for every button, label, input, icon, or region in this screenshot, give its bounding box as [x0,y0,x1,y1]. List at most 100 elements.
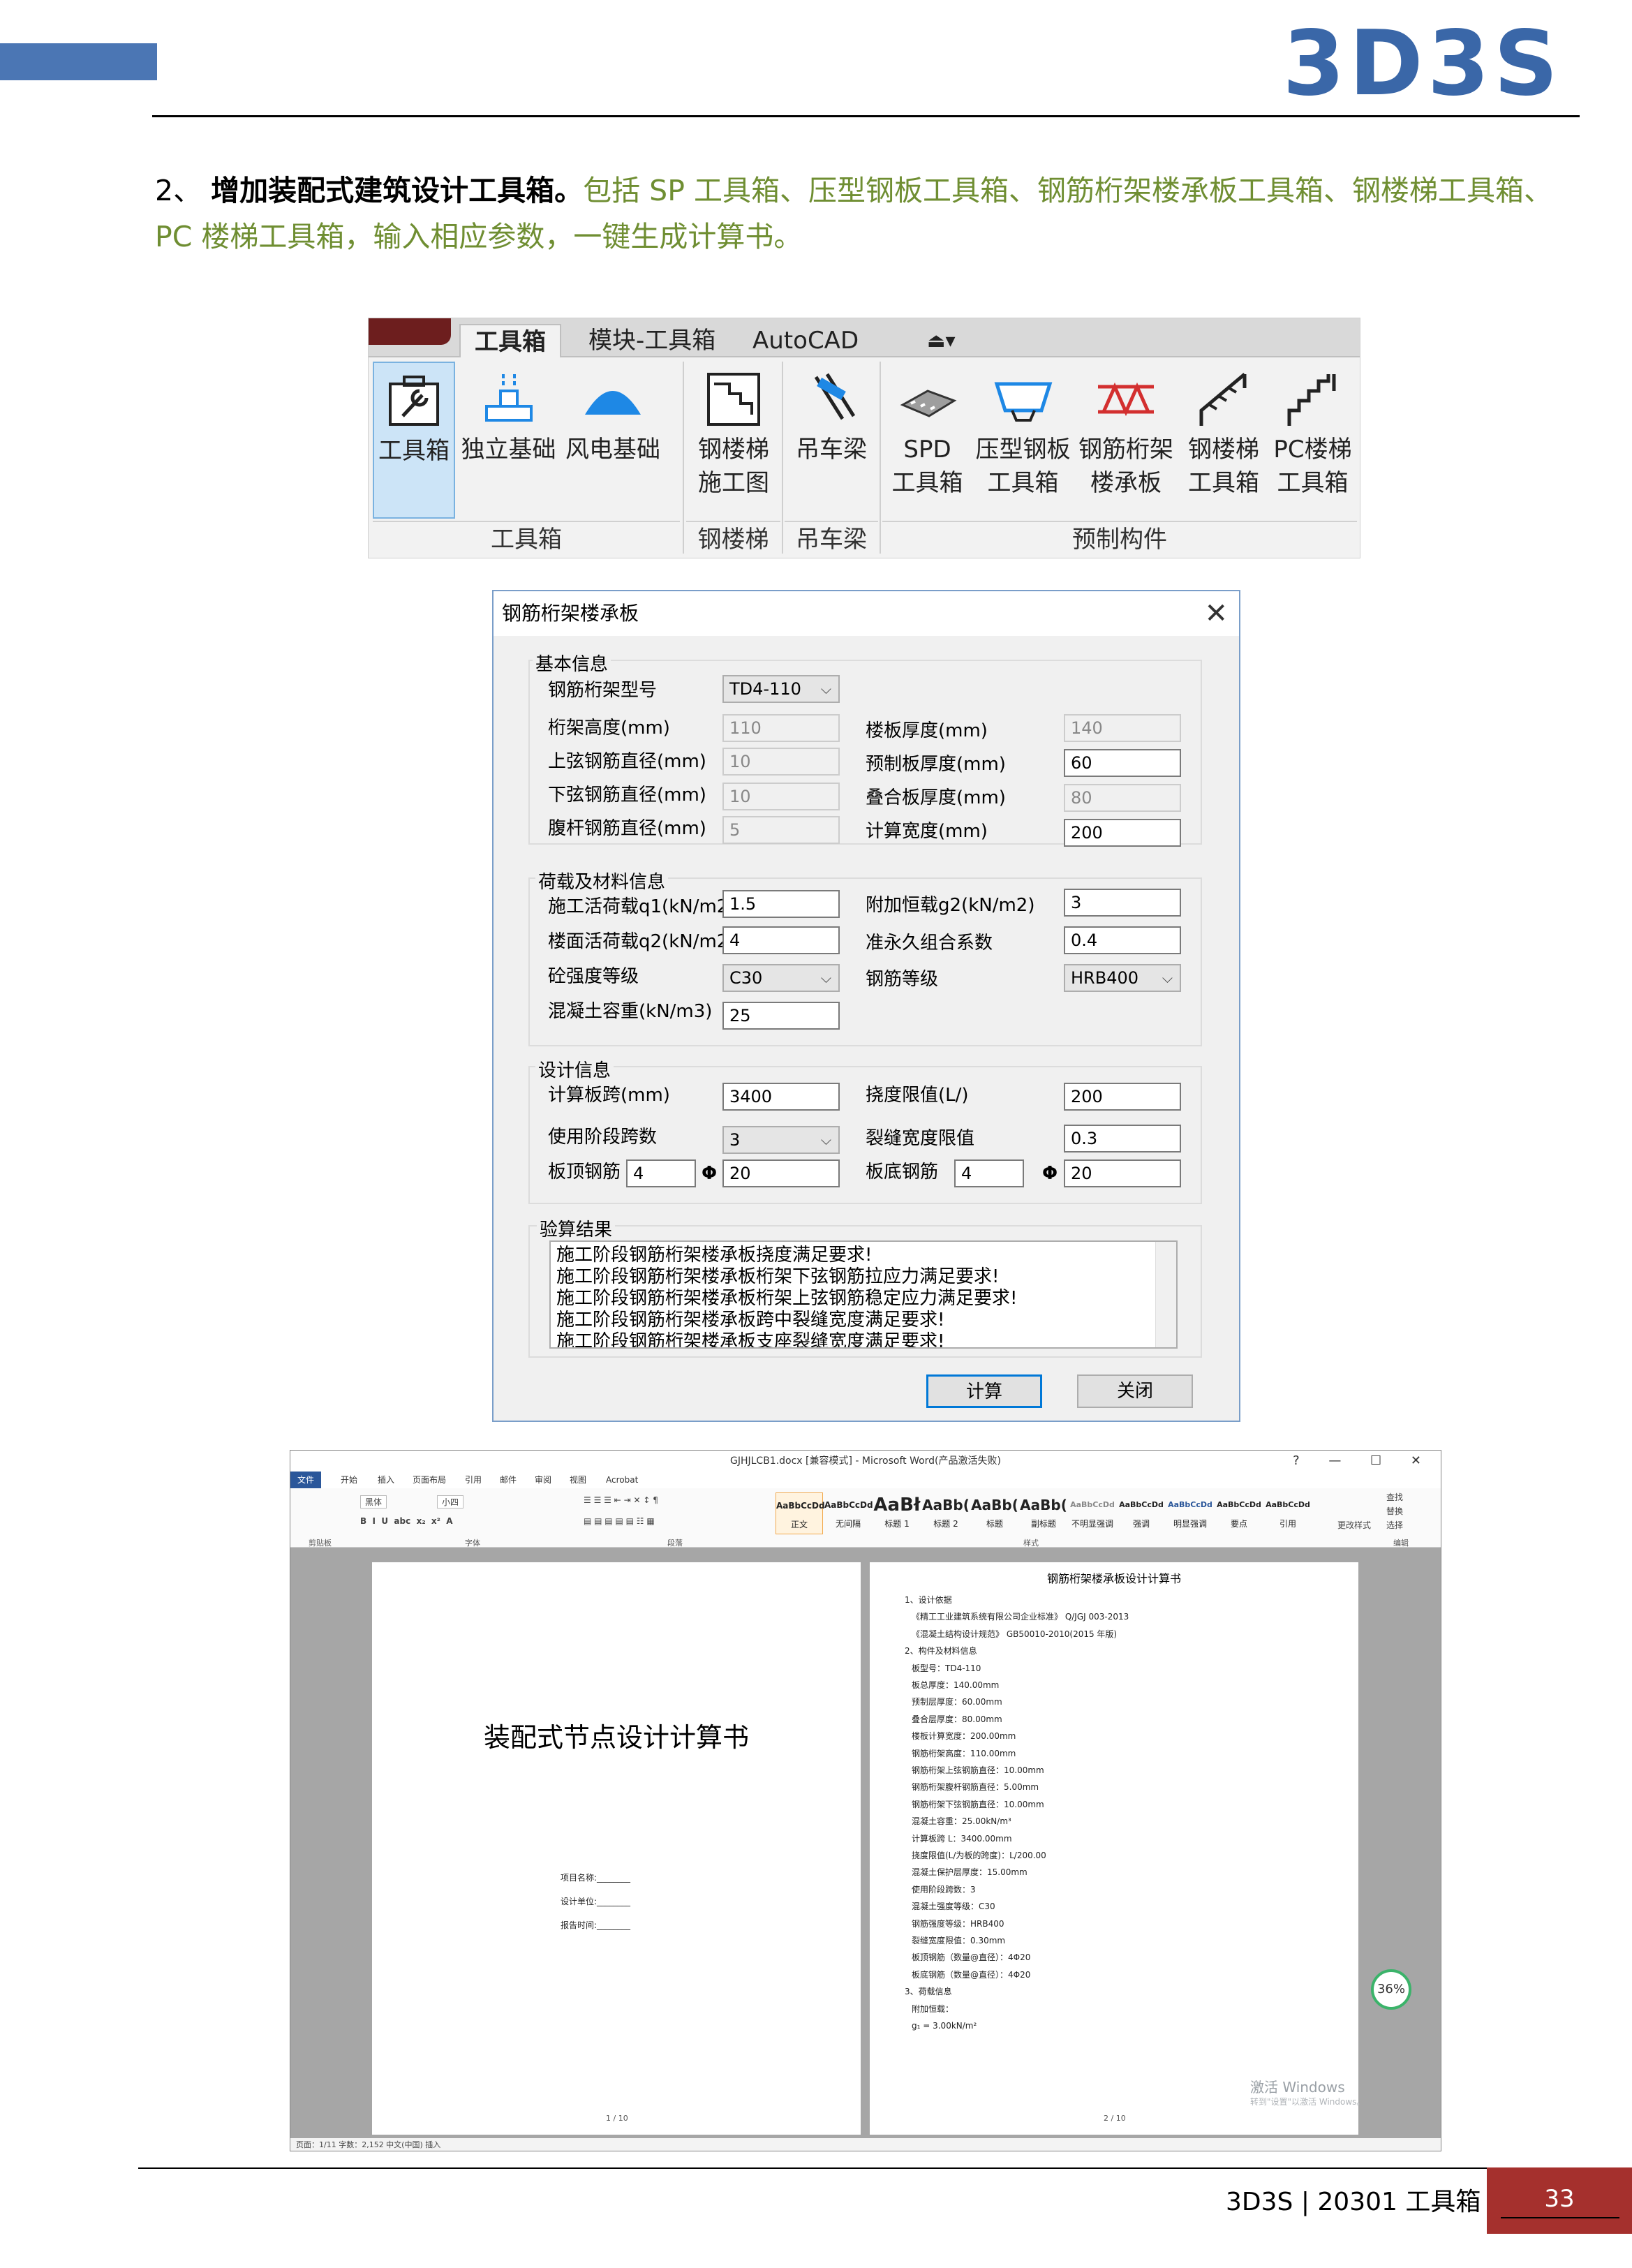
q2-input[interactable]: 4 [722,926,840,954]
style-sample: AaBł [873,1495,921,1515]
replace-button[interactable]: 替换 [1386,1505,1403,1517]
style-heading-2[interactable]: AaBb(标题 2 [922,1492,970,1534]
steel-stair-drawing-button[interactable]: 钢楼梯 施工图 [688,362,779,519]
word-title-bar: GJHJLCB1.docx [兼容模式] - Microsoft Word(产品… [290,1451,1441,1472]
paragraph-buttons[interactable]: ☰ ☰ ☰ ⇤ ⇥ ✕ ↕ ¶ [584,1495,658,1505]
style-intense-emphasis[interactable]: AaBbCcDd 明显强调 [1166,1492,1214,1534]
spd-toolbox-button[interactable]: SPD 工具箱 [884,362,971,519]
stages-select[interactable]: 3 ⌵ [722,1126,840,1154]
bottom-rebar-diameter-input[interactable]: 20 [1064,1159,1181,1187]
style-name: 标题 2 [933,1519,958,1529]
report-line: 预制层厚度：60.00mm [912,1697,1002,1707]
font-name-box[interactable]: 黑体 [360,1495,387,1509]
app-menu-button[interactable] [369,318,451,345]
q1-input[interactable]: 1.5 [722,890,840,918]
crack-label: 裂缝宽度限值 [866,1128,975,1149]
style-title[interactable]: AaBb(标题 [971,1492,1018,1534]
zoom-badge[interactable]: 36% [1371,1969,1411,2010]
tab-insert[interactable]: 插入 [378,1473,394,1487]
find-button[interactable]: 查找 [1386,1491,1403,1503]
profiled-steel-deck-button[interactable]: 压型钢板 工具箱 [972,362,1074,519]
tab-references[interactable]: 引用 [465,1473,482,1487]
report-line: g₁ = 3.00kN/m² [912,2021,977,2031]
report-line: 板底钢筋（数量@直径）：4Φ20 [912,1969,1031,1980]
window-controls[interactable]: ? — ☐ ✕ [1293,1451,1434,1472]
style-emphasis[interactable]: AaBbCcDd 强调 [1118,1492,1165,1534]
report-line: 《混凝土结构设计规范》 GB50010-2010(2015 年版) [912,1629,1118,1639]
rebar-grade-select[interactable]: HRB400 ⌵ [1064,964,1181,992]
crack-input[interactable]: 0.3 [1064,1125,1181,1152]
style-sample: AaBbCcDd [1217,1500,1261,1509]
footer-rule [138,2167,1487,2169]
precast-thick-input[interactable]: 60 [1064,749,1181,777]
quasi-input[interactable]: 0.4 [1064,926,1181,954]
style-name: 引用 [1279,1519,1296,1529]
steel-stair-toolbox-button[interactable]: 钢楼梯 工具箱 [1178,362,1269,519]
tab-review[interactable]: 审阅 [535,1473,551,1487]
result-scrollbar[interactable] [1155,1242,1176,1347]
style-normal[interactable]: AaBbCcDd 正文 [776,1492,825,1534]
style-subtitle[interactable]: AaBb(副标题 [1020,1492,1067,1534]
style-sample: AaBb( [971,1497,1018,1513]
tab-acrobat[interactable]: Acrobat [606,1473,638,1487]
top-rebar-label: 板顶钢筋 [548,1162,621,1183]
tab-view[interactable]: 视图 [570,1473,586,1487]
header-rule [152,115,1580,117]
result-line: 施工阶段钢筋桁架楼承板桁架上弦钢筋稳定应力满足要求! [556,1288,1018,1309]
report-section-heading: 2、构件及材料信息 [905,1646,977,1656]
style-sample: AaBbCcDd [1168,1500,1212,1509]
tab-toolbox[interactable]: 工具箱 [459,324,561,357]
tab-autocad[interactable]: AutoCAD [739,324,873,357]
tab-layout[interactable]: 页面布局 [413,1473,446,1487]
tab-module-toolbox[interactable]: 模块-工具箱 [574,324,729,357]
ribbon-options-icon[interactable]: ⏏▾ [913,324,970,357]
crane-beam-button[interactable]: 吊车梁 [786,362,877,519]
q1-label: 施工活荷载q1(kN/m2) [548,896,736,917]
wind-power-foundation-button[interactable]: 风电基础 [561,362,665,519]
format-buttons[interactable]: B I U abc x₂ x² A [360,1516,453,1526]
style-no-spacing[interactable]: AaBbCcDd 无间隔 [824,1492,873,1534]
rebar-truss-deck-button[interactable]: 钢筋桁架 楼承板 [1074,362,1178,519]
cover-field: 项目名称:________ [561,1873,631,1883]
stages-value: 3 [729,1130,741,1150]
stair-drawing-label-1: 钢楼梯 [698,436,769,464]
truss-type-select[interactable]: TD4-110 ⌵ [722,675,840,703]
select-button[interactable]: 选择 [1386,1519,1403,1531]
toolbox-button[interactable]: 工具箱 [373,362,455,519]
phi-symbol: Φ [702,1163,718,1184]
concrete-value: C30 [729,968,763,988]
tab-home[interactable]: 开始 [341,1473,357,1487]
style-sample: AaBbCcDd [776,1501,825,1511]
close-button[interactable]: 关闭 [1077,1374,1193,1408]
bottom-rebar-count-input[interactable]: 4 [954,1159,1024,1187]
density-input[interactable]: 25 [722,1002,840,1030]
isolated-foundation-button[interactable]: 独立基础 [458,362,559,519]
toolbox-button-label: 工具箱 [378,437,450,465]
activation-watermark: 激活 Windows [1250,2079,1345,2096]
pc-stair-toolbox-button[interactable]: PC楼梯 工具箱 [1269,362,1356,519]
style-heading-1[interactable]: AaBł 标题 1 [873,1492,921,1534]
tab-file[interactable]: 文件 [290,1472,322,1488]
top-rebar-diameter-input[interactable]: 20 [722,1159,840,1187]
change-styles-button[interactable]: 更改样式 [1337,1519,1371,1531]
tab-mailings[interactable]: 邮件 [500,1473,517,1487]
report-section-heading: 3、荷载信息 [905,1987,952,1997]
concrete-select[interactable]: C30 ⌵ [722,964,840,992]
word-tab-bar: 文件 开始 插入 页面布局 引用 邮件 审阅 视图 Acrobat [290,1472,1441,1488]
report-line: 附加恒载： [912,2003,954,2014]
style-quote[interactable]: AaBbCcDd 引用 [1264,1492,1312,1534]
top-rebar-count-input[interactable]: 4 [626,1159,696,1187]
calculate-button[interactable]: 计算 [926,1374,1042,1408]
style-strong[interactable]: AaBbCcDd 要点 [1215,1492,1263,1534]
style-name: 强调 [1132,1519,1150,1529]
top-bar-field: 10 [722,748,840,776]
close-icon[interactable]: ✕ [1204,595,1228,632]
style-subtle-emphasis[interactable]: AaBbCcDd 不明显强调 [1069,1492,1116,1534]
align-buttons[interactable]: ▤ ▤ ▤ ▤ ▤ ☷ ▦ [584,1516,655,1526]
result-textarea[interactable]: 施工阶段钢筋桁架楼承板挠度满足要求! 施工阶段钢筋桁架楼承板桁架下弦钢筋拉应力满… [549,1240,1178,1349]
font-size-box[interactable]: 小四 [437,1495,464,1509]
calc-width-input[interactable]: 200 [1064,819,1181,847]
span-input[interactable]: 3400 [722,1083,840,1111]
g2-input[interactable]: 3 [1064,889,1181,917]
deflection-input[interactable]: 200 [1064,1083,1181,1111]
